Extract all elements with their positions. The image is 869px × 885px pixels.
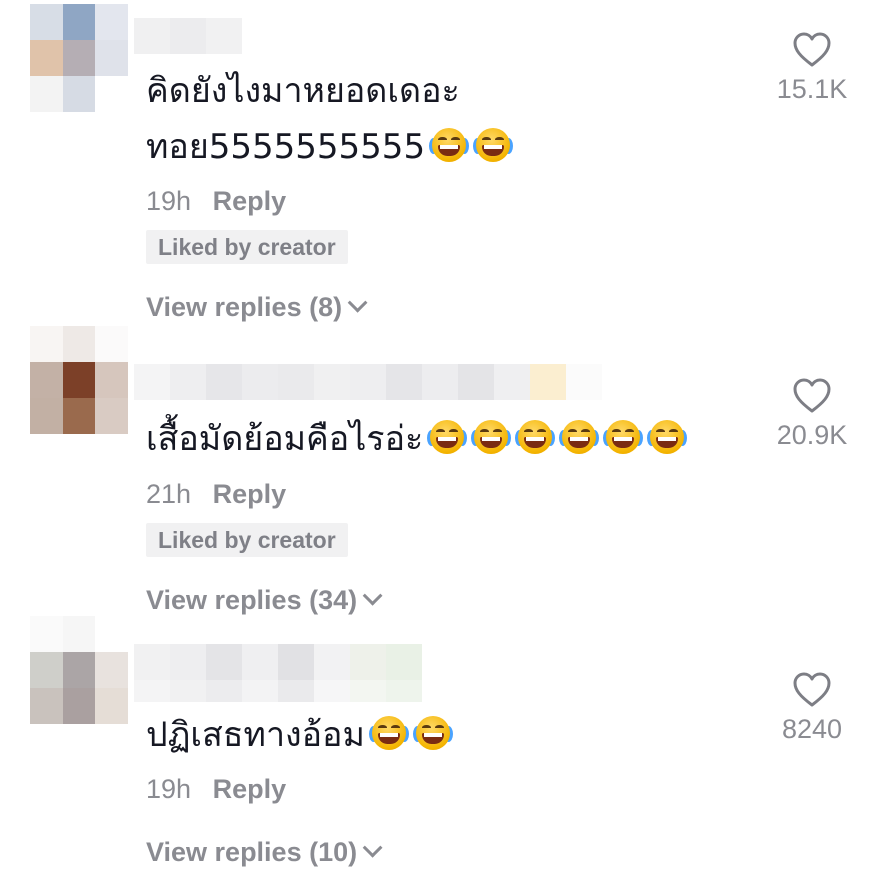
heart-icon[interactable] — [792, 672, 832, 708]
username-blurred[interactable] — [134, 644, 434, 680]
comment-meta: 19h Reply — [146, 772, 286, 806]
like-control[interactable]: 8240 — [762, 672, 862, 746]
reply-button[interactable]: Reply — [213, 774, 287, 804]
laughing-emoji-icon — [368, 716, 409, 750]
like-count: 8240 — [781, 714, 843, 744]
username-blurred — [134, 680, 434, 702]
view-replies-button[interactable]: View replies (10) — [146, 835, 383, 869]
view-replies-label: View replies (10) — [146, 837, 358, 867]
chevron-down-icon — [362, 837, 383, 858]
comment-item: ปฏิเสธทางอ้อม 19h Reply View replies (10… — [0, 0, 869, 885]
timestamp: 19h — [146, 774, 192, 804]
laughing-emoji-icon — [412, 716, 453, 750]
avatar[interactable] — [30, 616, 128, 724]
comment-text: ปฏิเสธทางอ้อม — [146, 708, 453, 762]
